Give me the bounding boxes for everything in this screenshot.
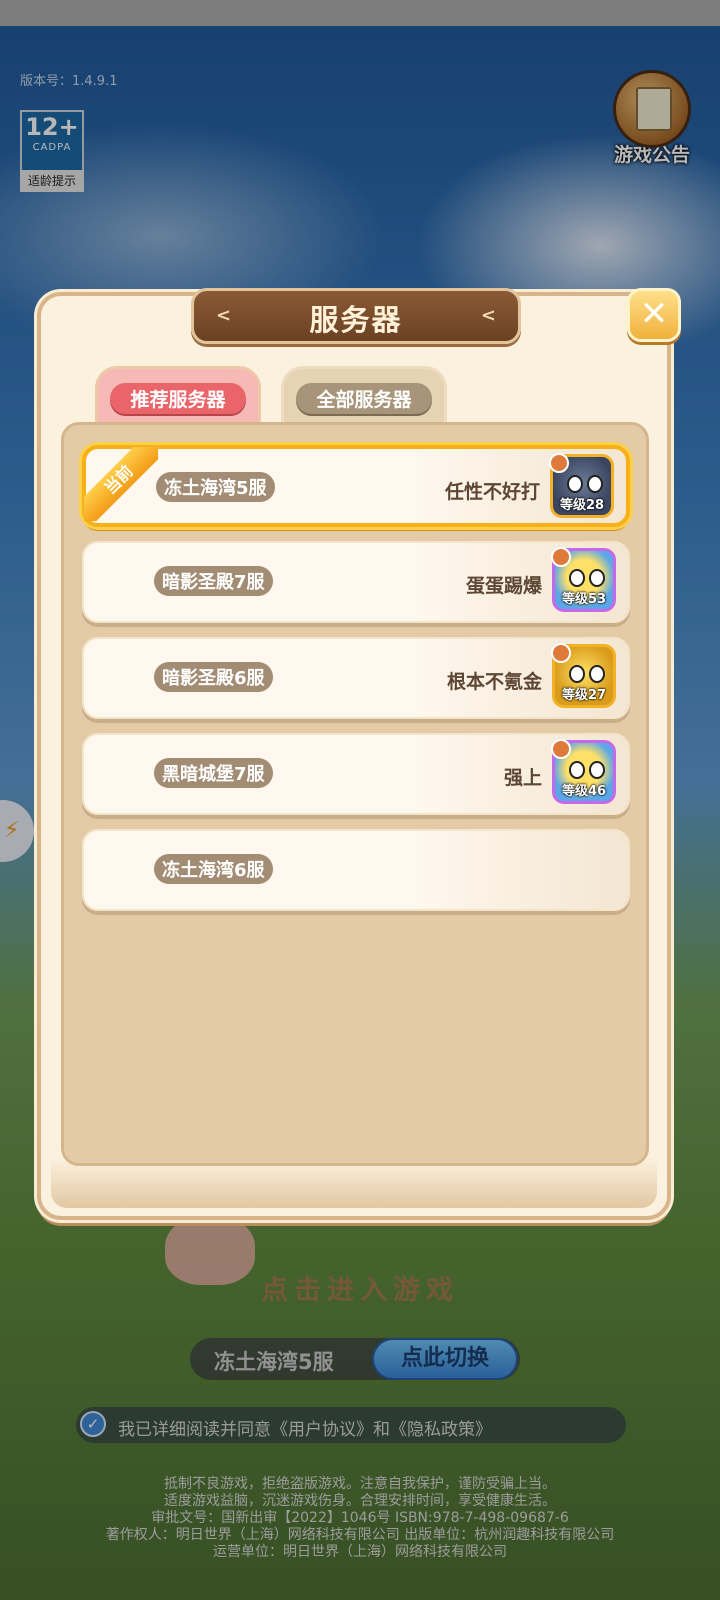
class-badge-icon — [551, 739, 571, 759]
tab-label: 全部服务器 — [296, 383, 432, 414]
tab-recommended-servers[interactable]: 推荐服务器 — [95, 366, 261, 424]
server-row-current[interactable]: 当前 冻土海湾5服 任性不好打 等级28 — [82, 445, 630, 527]
close-button[interactable]: ✕ — [627, 288, 681, 342]
player-name: 强上 — [503, 767, 542, 789]
server-name: 冻土海湾6服 — [154, 854, 273, 884]
player-level: 等级46 — [561, 784, 607, 799]
current-server-ribbon: 当前 — [84, 447, 158, 521]
server-name: 暗影圣殿7服 — [154, 566, 273, 596]
close-icon: ✕ — [639, 294, 669, 334]
character-avatar-icon: 等级27 — [551, 643, 616, 708]
current-tag: 当前 — [84, 447, 158, 521]
tab-label: 推荐服务器 — [110, 383, 246, 414]
server-row[interactable]: 暗影圣殿7服 蛋蛋踢爆 等级53 — [82, 541, 630, 623]
character-avatar-icon: 等级46 — [551, 739, 616, 804]
player-name: 根本不氪金 — [446, 671, 542, 693]
ornament-right-icon: < — [480, 305, 496, 326]
character-avatar-icon: 等级53 — [551, 547, 616, 612]
class-badge-icon — [551, 547, 571, 567]
server-name: 黑暗城堡7服 — [154, 758, 273, 788]
player-name: 蛋蛋踢爆 — [465, 575, 542, 597]
server-name: 冻土海湾5服 — [156, 472, 275, 502]
class-badge-icon — [551, 643, 571, 663]
player-name: 任性不好打 — [444, 481, 540, 503]
dialog-title: 服务器 — [309, 303, 403, 337]
server-name: 暗影圣殿6服 — [154, 662, 273, 692]
class-badge-icon — [549, 453, 569, 473]
player-level: 等级53 — [561, 592, 607, 607]
server-row[interactable]: 黑暗城堡7服 强上 等级46 — [82, 733, 630, 815]
player-level: 等级27 — [561, 688, 607, 703]
tab-all-servers[interactable]: 全部服务器 — [281, 366, 447, 424]
server-row[interactable]: 冻土海湾6服 — [82, 829, 630, 911]
server-list[interactable]: 当前 冻土海湾5服 任性不好打 等级28 暗影圣殿7服 蛋蛋踢爆 等级53 暗影… — [61, 422, 649, 1166]
player-level: 等级28 — [559, 498, 605, 513]
server-row[interactable]: 暗影圣殿6服 根本不氪金 等级27 — [82, 637, 630, 719]
dialog-title-banner: < 服务器 < — [191, 288, 521, 344]
character-avatar-icon: 等级28 — [549, 453, 614, 518]
status-bar — [0, 0, 720, 26]
server-dialog: < 服务器 < ✕ 推荐服务器 全部服务器 当前 冻土海湾5服 任性不好打 等级… — [37, 288, 681, 1220]
